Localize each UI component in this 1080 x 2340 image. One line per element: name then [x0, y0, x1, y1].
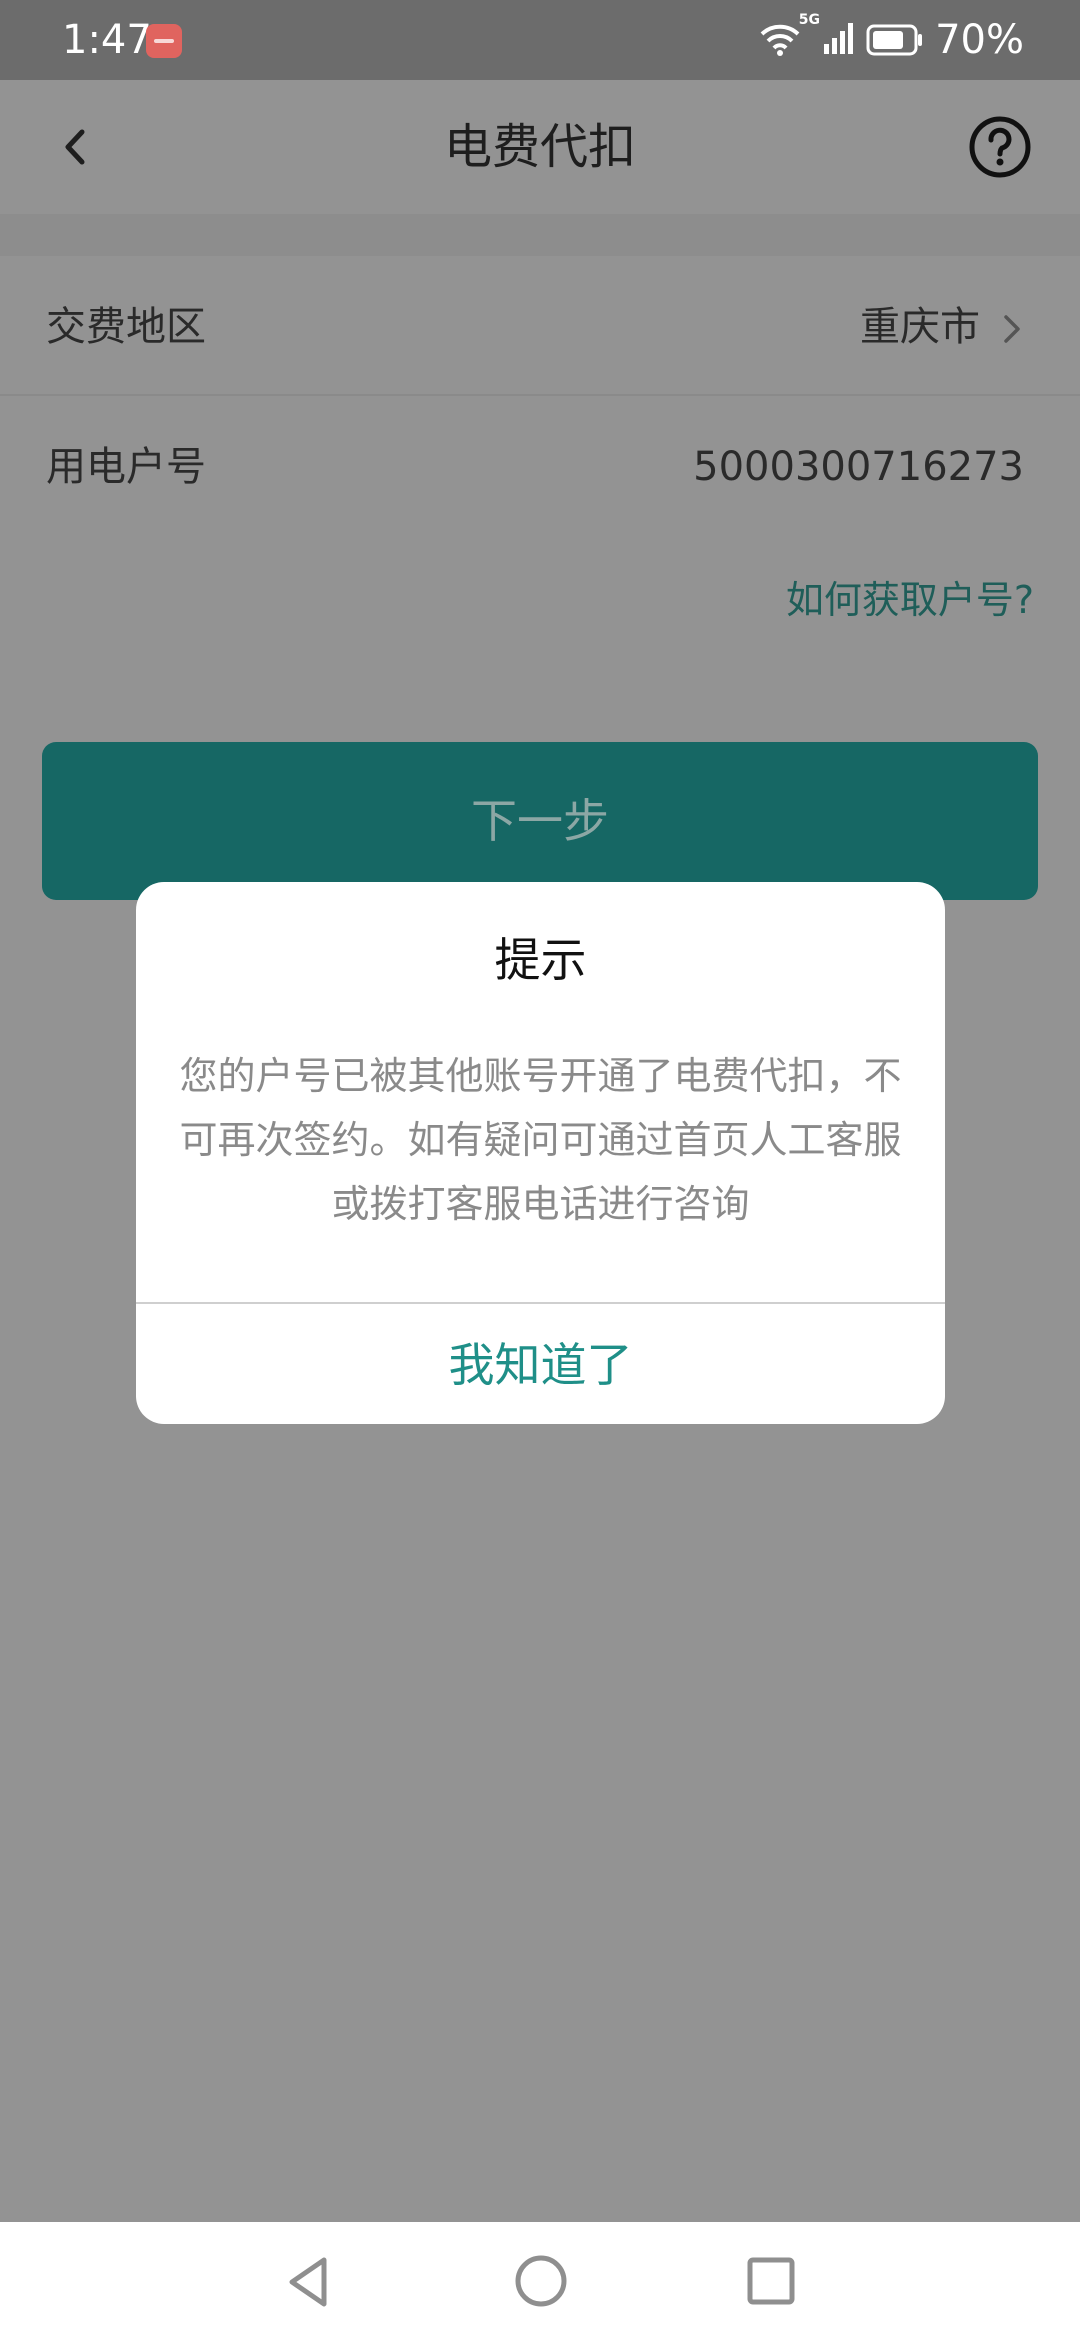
battery-percentage: 70% [935, 17, 1024, 63]
system-nav-bar [0, 2222, 1080, 2340]
region-value: 重庆市 [860, 304, 980, 350]
confirm-button-label: 我知道了 [448, 1338, 633, 1392]
dialog-message-line: 您的户号已被其他账号开通了电费代扣，不 [179, 1054, 902, 1098]
signal-icon [824, 23, 853, 54]
account-label: 用电户号 [46, 444, 206, 490]
nav-recents-icon[interactable] [746, 2256, 796, 2306]
app-header: 电费代扣 [0, 80, 1080, 214]
app-notification-icon [146, 24, 182, 58]
dialog-title: 提示 [494, 933, 587, 987]
status-indicators: 5G 70% [760, 12, 1024, 66]
status-time: 1:47 [62, 17, 152, 63]
account-value: 5000300716273 [693, 444, 1024, 490]
dialog-message: 您的户号已被其他账号开通了电费代扣，不 可再次签约。如有疑问可通过首页人工客服 … [156, 1044, 925, 1236]
dialog-message-line: 可再次签约。如有疑问可通过首页人工客服 [179, 1118, 902, 1162]
nav-back-icon[interactable] [282, 2254, 336, 2310]
region-label: 交费地区 [46, 304, 206, 350]
network-type-label: 5G [798, 12, 820, 28]
next-button[interactable]: 下一步 [42, 742, 1038, 900]
wifi-icon [760, 24, 800, 56]
section-spacer [0, 214, 1080, 256]
page-title: 电费代扣 [443, 119, 636, 175]
account-row[interactable]: 用电户号 5000300716273 [0, 396, 1080, 538]
status-bar: 1:47 5G 70% [0, 0, 1080, 80]
battery-icon [866, 24, 922, 56]
region-row[interactable]: 交费地区 重庆市 [0, 256, 1080, 398]
help-icon[interactable] [968, 115, 1032, 179]
how-to-get-account-link[interactable]: 如何获取户号? [786, 572, 1034, 628]
next-button-label: 下一步 [471, 794, 609, 848]
nav-home-icon[interactable] [514, 2254, 568, 2308]
confirm-button[interactable]: 我知道了 [136, 1304, 945, 1424]
dialog-message-line: 或拨打客服电话进行咨询 [331, 1182, 750, 1226]
alert-dialog: 提示 您的户号已被其他账号开通了电费代扣，不 可再次签约。如有疑问可通过首页人工… [136, 882, 945, 1424]
chevron-right-icon [1004, 315, 1020, 343]
